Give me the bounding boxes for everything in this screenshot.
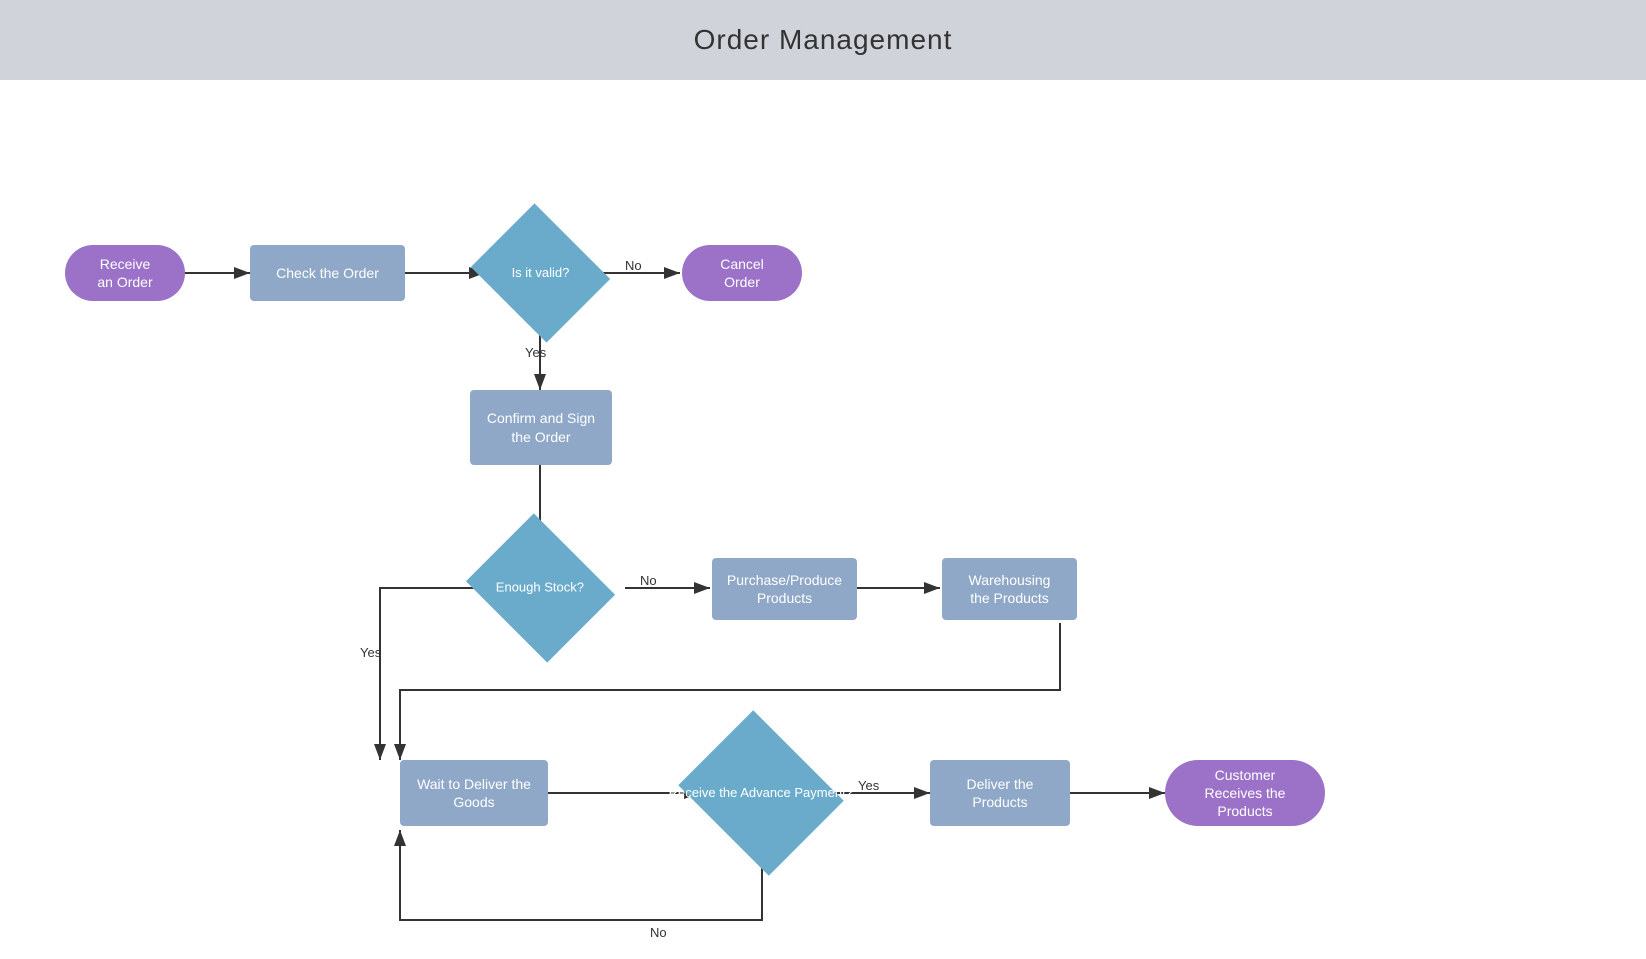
- is-valid-node: Is it valid?: [471, 203, 610, 342]
- purchase-produce-node: Purchase/Produce Products: [712, 558, 857, 620]
- customer-receives-node: Customer Receives the Products: [1165, 760, 1325, 826]
- deliver-products-node: Deliver the Products: [930, 760, 1070, 826]
- receive-order-node: Receive an Order: [65, 245, 185, 301]
- page-title: Order Management: [694, 24, 953, 56]
- label-yes1: Yes: [525, 345, 546, 360]
- check-order-node: Check the Order: [250, 245, 405, 301]
- enough-stock-node: Enough Stock?: [466, 513, 615, 662]
- label-yes2: Yes: [360, 645, 381, 660]
- flowchart-canvas: No Yes No Yes No Yes Receive an Order Ch…: [0, 80, 1646, 959]
- warehousing-node: Warehousing the Products: [942, 558, 1077, 620]
- confirm-sign-node: Confirm and Sign the Order: [470, 390, 612, 465]
- label-yes3: Yes: [858, 778, 879, 793]
- label-no1: No: [625, 258, 642, 273]
- page-header: Order Management: [0, 0, 1646, 80]
- connectors: [0, 80, 1646, 959]
- receive-advance-node: Receive the Advance Payment?: [678, 710, 843, 875]
- wait-deliver-node: Wait to Deliver the Goods: [400, 760, 548, 826]
- label-no2: No: [640, 573, 657, 588]
- cancel-order-node: Cancel Order: [682, 245, 802, 301]
- label-no3: No: [650, 925, 667, 940]
